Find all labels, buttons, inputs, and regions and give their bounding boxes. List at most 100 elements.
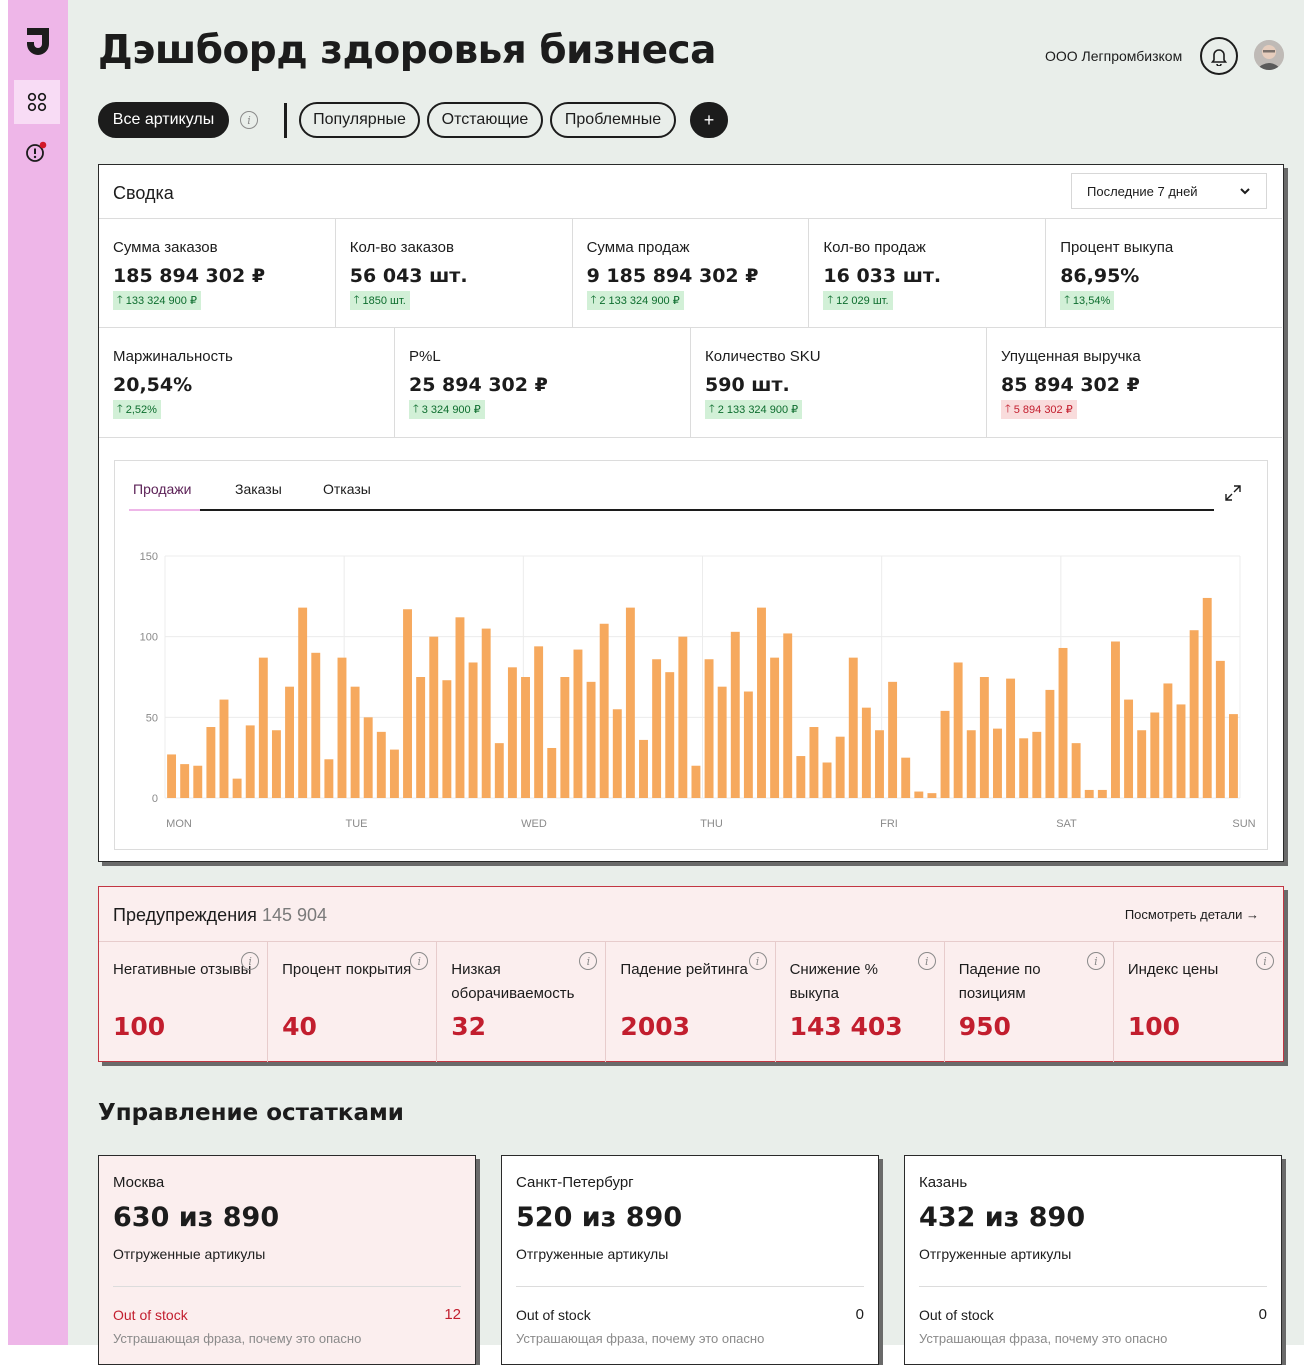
app-logo[interactable] — [24, 26, 52, 56]
kpi-order-count[interactable]: Кол-во заказов 56 043 шт. 🡑 1850 шт. — [336, 219, 573, 328]
period-select[interactable]: Последние 7 дней — [1071, 173, 1267, 209]
alert-label: Падение рейтинга — [620, 961, 748, 978]
kpi-label: Кол-во заказов — [349, 239, 454, 256]
bar — [1163, 683, 1173, 798]
info-icon[interactable]: i — [410, 952, 429, 970]
kpi-delta-badge: 🡑 2 133 324 900 ₽ — [705, 400, 803, 419]
dashboard-nav-button[interactable] — [14, 80, 60, 124]
info-icon[interactable]: i — [1255, 952, 1274, 970]
warehouse-shipped-value: 630 из 890 — [113, 1202, 280, 1233]
bar — [1176, 704, 1186, 798]
bar — [455, 617, 465, 798]
alert-buyout-decrease[interactable]: Снижение % выкупа i 143 403 — [776, 942, 945, 1062]
x-tick-label: FRI — [880, 818, 898, 830]
info-icon[interactable]: i — [241, 952, 260, 970]
info-icon[interactable]: i — [917, 952, 936, 970]
kpi-order-sum[interactable]: Сумма заказов 185 894 302 ₽ 🡑 133 324 900… — [99, 219, 336, 328]
bar — [861, 707, 871, 798]
info-icon[interactable]: i — [748, 952, 767, 970]
info-icon[interactable]: i — [1086, 952, 1105, 970]
bar — [914, 791, 924, 798]
filter-popular[interactable]: Популярные — [299, 102, 420, 138]
bar — [691, 765, 701, 798]
arrow-up-icon: 🡑 — [827, 294, 834, 306]
view-details-link[interactable]: Посмотреть детали → — [1125, 907, 1259, 922]
alert-label: Индекс цены — [1127, 961, 1219, 978]
warehouse-shipped-value: 432 из 890 — [919, 1202, 1086, 1233]
alert-position-drop[interactable]: Падение по позициям i 950 — [945, 942, 1114, 1062]
x-tick-label: SAT — [1056, 818, 1077, 830]
warehouse-card-spb[interactable]: Санкт-Петербург 520 из 890 Отгруженные а… — [501, 1155, 879, 1365]
filter-all-articles[interactable]: Все артикулы — [98, 102, 229, 138]
alert-price-index[interactable]: Индекс цены i 100 — [1114, 942, 1282, 1062]
kpi-value: 16 033 шт. — [823, 265, 942, 287]
kpi-sales-count[interactable]: Кол-во продаж 16 033 шт. 🡑 12 029 шт. — [809, 219, 1047, 328]
warehouse-card-moscow[interactable]: Москва 630 из 890 Отгруженные артикулы O… — [98, 1155, 476, 1365]
bar — [639, 739, 648, 798]
stock-section-title: Управление остатками — [98, 1100, 404, 1126]
bar — [1202, 597, 1212, 798]
kpi-sales-sum[interactable]: Сумма продаж 9 185 894 302 ₽ 🡑 2 133 324 … — [573, 219, 810, 328]
alert-rating-drop[interactable]: Падение рейтинга i 2003 — [606, 942, 776, 1062]
out-of-stock-description: Устрашающая фраза, почему это опасно — [113, 1331, 362, 1346]
bar — [560, 677, 570, 798]
grid-icon — [27, 92, 47, 112]
kpi-value: 20,54% — [113, 374, 193, 396]
kpi-delta: 12 029 шт. — [836, 294, 889, 307]
period-select-value: Последние 7 дней — [1087, 183, 1198, 199]
bar — [324, 759, 334, 798]
bar — [337, 657, 347, 798]
bar — [1019, 738, 1029, 798]
alert-label: Падение по позициям — [958, 961, 1041, 1002]
alert-coverage[interactable]: Процент покрытия i 40 — [268, 942, 438, 1062]
alert-low-turnover[interactable]: Низкая оборачиваемость i 32 — [437, 942, 607, 1062]
bar — [1084, 789, 1094, 798]
add-filter-button[interactable]: + — [690, 102, 728, 138]
divider — [113, 1286, 461, 1287]
kpi-margin[interactable]: Маржинальность 20,54% 🡑 2,52% — [99, 328, 395, 437]
info-icon[interactable]: i — [579, 952, 598, 970]
kpi-delta-badge: 🡑 5 894 302 ₽ — [1001, 400, 1077, 419]
bar — [993, 728, 1002, 798]
bar — [717, 686, 727, 798]
x-tick-label: WED — [521, 818, 547, 830]
kpi-delta-badge: 🡑 12 029 шт. — [823, 291, 893, 310]
kpi-lost-revenue[interactable]: Упущенная выручка 85 894 302 ₽ 🡑 5 894 30… — [987, 328, 1282, 437]
bar — [796, 756, 806, 798]
bar — [875, 730, 884, 798]
kpi-label: Кол-во продаж — [823, 239, 926, 256]
bar — [1058, 647, 1068, 798]
warehouse-card-kazan[interactable]: Казань 432 из 890 Отгруженные артикулы O… — [904, 1155, 1282, 1365]
bar — [468, 662, 478, 798]
kpi-label: Упущенная выручка — [1001, 348, 1141, 365]
bar — [1215, 660, 1225, 798]
company-name[interactable]: ООО Легпромбизком — [1045, 48, 1182, 64]
bar — [271, 730, 281, 798]
kpi-sku-count[interactable]: Количество SKU 590 шт. 🡑 2 133 324 900 ₽ — [691, 328, 987, 437]
user-avatar[interactable] — [1254, 40, 1284, 70]
warehouse-shipped-value: 520 из 890 — [516, 1202, 683, 1233]
bar — [258, 657, 268, 798]
alerts-nav-button[interactable] — [14, 130, 60, 174]
kpi-pnl[interactable]: P%L 25 894 302 ₽ 🡑 3 324 900 ₽ — [395, 328, 691, 437]
kpi-delta-badge: 🡑 13,54% — [1060, 291, 1115, 310]
bar — [901, 757, 911, 798]
notifications-button[interactable] — [1200, 37, 1238, 75]
arrow-up-icon: 🡑 — [1064, 294, 1070, 306]
alerts-title-text: Предупреждения — [113, 905, 257, 925]
filter-lagging[interactable]: Отстающие — [427, 102, 543, 138]
filter-problematic[interactable]: Проблемные — [550, 102, 676, 138]
bar — [1111, 641, 1120, 798]
kpi-row-2: Маржинальность 20,54% 🡑 2,52% P%L 25 894 … — [99, 327, 1282, 438]
main-content: Дэшборд здоровья бизнеса ООО Легпромбизк… — [68, 0, 1304, 1365]
bar — [363, 717, 373, 798]
kpi-buyout-percent[interactable]: Процент выкупа 86,95% 🡑 13,54% — [1046, 219, 1282, 328]
info-icon[interactable]: i — [240, 111, 258, 129]
bar — [573, 649, 583, 798]
alert-label: Процент покрытия — [282, 961, 412, 978]
kpi-value: 85 894 302 ₽ — [1001, 374, 1140, 396]
bar — [743, 691, 753, 798]
bar — [770, 657, 780, 798]
alert-negative-reviews[interactable]: Негативные отзывы i 100 — [99, 942, 269, 1062]
kpi-delta: 3 324 900 ₽ — [421, 404, 481, 416]
